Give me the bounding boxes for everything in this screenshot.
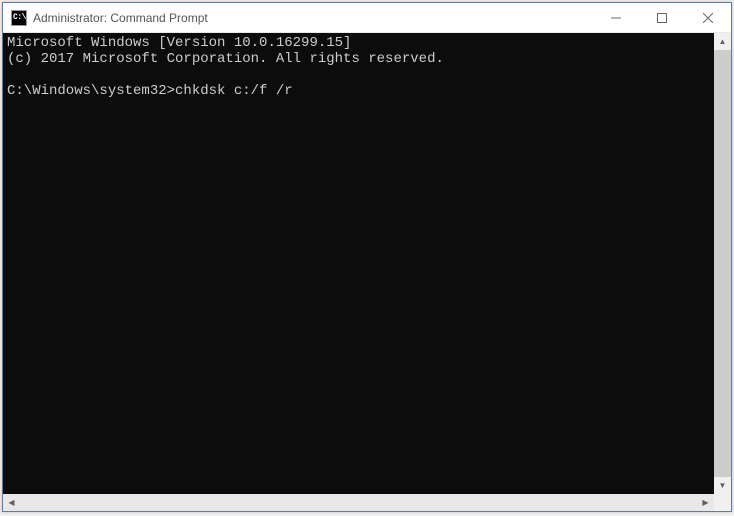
close-button[interactable] xyxy=(685,3,731,33)
prompt-text: C:\Windows\system32> xyxy=(7,83,175,99)
minimize-icon xyxy=(611,13,621,23)
titlebar[interactable]: C:\. Administrator: Command Prompt xyxy=(3,3,731,33)
scrollbar-corner xyxy=(714,494,731,511)
copyright-line: (c) 2017 Microsoft Corporation. All righ… xyxy=(7,51,444,67)
window-controls xyxy=(593,3,731,32)
scroll-track[interactable] xyxy=(714,50,731,477)
chevron-left-icon: ◀ xyxy=(8,499,14,507)
maximize-icon xyxy=(657,13,667,23)
chevron-down-icon: ▼ xyxy=(719,482,727,490)
scroll-thumb[interactable] xyxy=(714,50,731,477)
client-area: Microsoft Windows [Version 10.0.16299.15… xyxy=(3,33,731,494)
scroll-right-button[interactable]: ▶ xyxy=(697,494,714,511)
scroll-up-button[interactable]: ▲ xyxy=(714,33,731,50)
chevron-right-icon: ▶ xyxy=(702,499,708,507)
window-title: Administrator: Command Prompt xyxy=(33,11,593,25)
terminal-output[interactable]: Microsoft Windows [Version 10.0.16299.15… xyxy=(3,33,714,494)
bottom-scroll-row: ◀ ▶ xyxy=(3,494,731,511)
vertical-scrollbar[interactable]: ▲ ▼ xyxy=(714,33,731,494)
chevron-up-icon: ▲ xyxy=(719,38,727,46)
scroll-left-button[interactable]: ◀ xyxy=(3,494,20,511)
cmd-window: C:\. Administrator: Command Prompt Micro… xyxy=(2,2,732,512)
cmd-icon-label: C:\. xyxy=(13,13,30,22)
close-icon xyxy=(703,13,713,23)
cmd-icon: C:\. xyxy=(11,10,27,26)
horizontal-scrollbar[interactable]: ◀ ▶ xyxy=(3,494,714,511)
maximize-button[interactable] xyxy=(639,3,685,33)
command-input[interactable]: chkdsk c:/f /r xyxy=(175,83,293,99)
scroll-track-h[interactable] xyxy=(20,494,697,511)
scroll-down-button[interactable]: ▼ xyxy=(714,477,731,494)
minimize-button[interactable] xyxy=(593,3,639,33)
version-line: Microsoft Windows [Version 10.0.16299.15… xyxy=(7,35,351,51)
